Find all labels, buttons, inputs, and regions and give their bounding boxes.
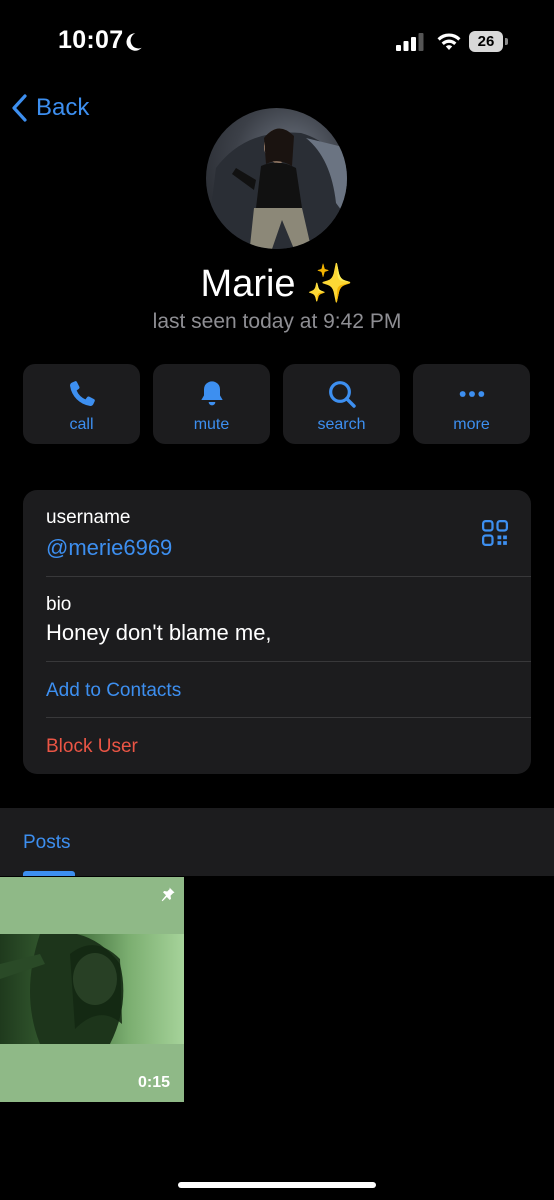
add-contact-row[interactable]: Add to Contacts [23, 662, 531, 717]
battery-level: 26 [469, 31, 503, 52]
tab-selected-indicator [23, 871, 75, 876]
post-photo [0, 932, 184, 1044]
mute-button[interactable]: mute [153, 364, 270, 444]
add-to-contacts-button[interactable]: Add to Contacts [46, 680, 181, 702]
info-card: username @merie6969 bio Honey don't blam… [23, 490, 531, 774]
profile-name: Marie ✨ [200, 263, 354, 305]
block-user-button[interactable]: Block User [46, 736, 138, 758]
wifi-icon [437, 33, 461, 50]
bio-caption: bio [46, 594, 72, 615]
search-button[interactable]: search [283, 364, 400, 444]
username-row[interactable]: username @merie6969 [23, 490, 531, 576]
block-user-row[interactable]: Block User [23, 718, 531, 774]
call-label: call [69, 416, 94, 433]
back-label: Back [36, 94, 90, 121]
bio-row: bio Honey don't blame me, [23, 577, 531, 661]
tab-posts[interactable]: Posts [23, 832, 71, 854]
pin-icon [161, 887, 175, 902]
username-value[interactable]: @merie6969 [46, 535, 172, 561]
username-caption: username [46, 507, 131, 528]
more-icon [459, 391, 484, 397]
phone-icon [69, 381, 95, 406]
avatar[interactable] [206, 108, 347, 249]
media-tab-bar [0, 808, 554, 876]
more-label: more [453, 416, 490, 433]
back-button[interactable]: Back [10, 90, 89, 126]
battery-icon: 26 [469, 31, 509, 52]
chevron-left-icon [12, 94, 27, 122]
post-thumbnail[interactable]: 0:15 [0, 877, 184, 1102]
call-button[interactable]: call [23, 364, 140, 444]
bell-icon [200, 381, 223, 406]
cellular-signal-icon [396, 33, 424, 51]
status-time: 10:07 [58, 26, 124, 54]
video-duration: 0:15 [137, 1074, 170, 1091]
mute-label: mute [193, 416, 230, 433]
moon-icon [126, 33, 142, 51]
search-label: search [317, 416, 366, 433]
more-button[interactable]: more [413, 364, 530, 444]
qr-code-icon[interactable] [480, 518, 510, 548]
last-seen-status: last seen today at 9:42 PM [152, 310, 402, 333]
bio-text: Honey don't blame me, [46, 620, 272, 645]
profile-photo [206, 128, 347, 249]
search-icon [328, 381, 356, 408]
home-indicator[interactable] [178, 1182, 376, 1188]
